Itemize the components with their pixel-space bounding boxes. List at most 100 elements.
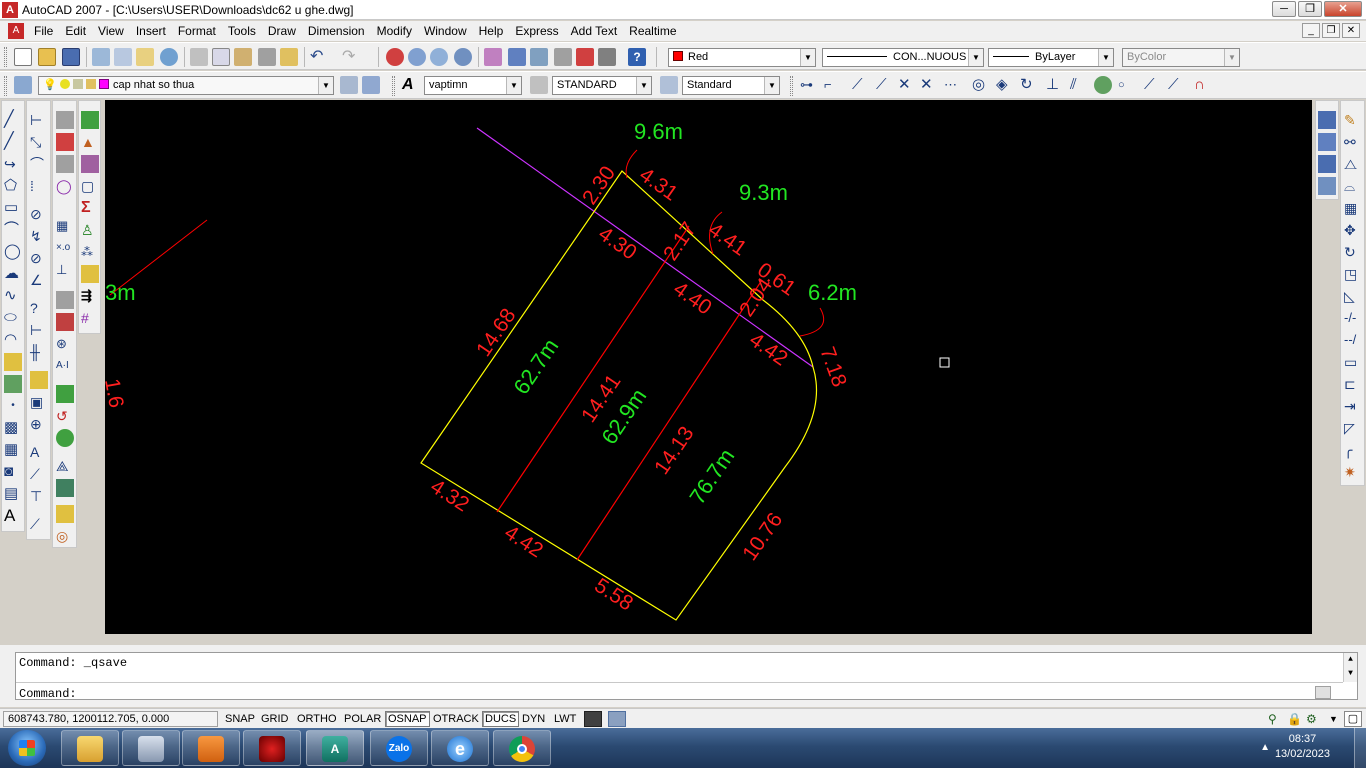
taskbar-autocad[interactable]: A [306,730,364,766]
match-properties-icon[interactable] [258,48,276,66]
communication-icon[interactable]: ⚲ [1265,711,1281,727]
model-icon[interactable] [584,711,602,727]
hatch-icon[interactable]: ▩ [4,419,22,437]
lineweight-dropdown[interactable]: ByLayer ▼ [988,48,1114,67]
express-layer-icon[interactable] [81,111,99,129]
dim-update-icon[interactable]: ∩ [1194,76,1212,94]
color-dropdown[interactable]: Red ▼ [668,48,816,67]
spline-icon[interactable]: ∿ [4,287,22,305]
express-text-icon[interactable]: ▢ [81,177,99,195]
redo-icon[interactable]: ↷ [342,48,360,66]
block-editor-icon[interactable] [280,48,298,66]
globe-icon[interactable] [160,48,178,66]
stretch-r-icon[interactable]: ◺ [1344,287,1362,305]
taskbar-ie[interactable]: e [431,730,489,766]
lasso-icon[interactable]: ↺ [56,407,74,425]
dim-jogged-v-icon[interactable]: ↯ [30,227,48,245]
minimize-button[interactable]: ─ [1272,1,1296,17]
table-style-icon[interactable] [660,76,678,94]
table-icon[interactable]: ▤ [4,485,22,503]
rectangle-icon[interactable]: ▭ [4,199,22,217]
doc-close-button[interactable]: ✕ [1342,23,1360,38]
lock-toolbars-icon[interactable]: 🔒 [1284,711,1302,727]
close-button[interactable]: ✕ [1324,1,1362,17]
align-icon[interactable] [56,155,74,173]
join-icon[interactable]: ⇥ [1344,397,1362,415]
dyn-toggle[interactable]: DYN [519,711,548,727]
menu-express[interactable]: Express [509,24,564,38]
menu-dimension[interactable]: Dimension [302,24,371,38]
command-prompt[interactable]: Command: [19,687,77,701]
insert-block-icon[interactable] [4,353,22,371]
dim-space-icon[interactable]: ⫽ [1070,76,1088,94]
express-arrow-icon[interactable]: ⇶ [81,287,99,305]
start-button[interactable] [8,730,46,766]
text-convert-icon[interactable]: A·I [56,357,74,375]
tolerance-icon[interactable]: ▣ [30,393,48,411]
menu-modify[interactable]: Modify [371,24,418,38]
dim-edit-icon[interactable]: ⟋ [1144,76,1162,94]
construction-line-icon[interactable]: ╱ [4,133,22,151]
restore-button[interactable]: ❐ [1298,1,1322,17]
taskbar-calculator[interactable] [122,730,180,766]
document-icon[interactable]: A [8,23,24,39]
menu-tools[interactable]: Tools [222,24,262,38]
offset-icon[interactable]: ⌓ [1344,177,1362,195]
menu-draw[interactable]: Draw [262,24,302,38]
xo-icon[interactable]: ×.o [56,239,74,257]
menu-realtime[interactable]: Realtime [623,24,682,38]
ortho-toggle[interactable]: ORTHO [294,711,340,727]
rotate-icon[interactable]: ↻ [1344,243,1362,261]
tray-up-arrow-icon[interactable]: ▲ [1260,742,1270,753]
move-icon[interactable]: ✥ [1344,221,1362,239]
make-block-icon[interactable] [4,375,22,393]
properties-icon[interactable] [484,48,502,66]
quick-dim-icon[interactable]: ◈ [996,76,1014,94]
mirror-icon[interactable]: ⧍ [1344,155,1362,173]
dim-update-v-icon[interactable]: ⊤ [30,487,48,505]
express-dots-icon[interactable]: ⁂ [81,243,99,261]
dim-linear-icon[interactable]: ⊶ [800,76,818,94]
menu-edit[interactable]: Edit [59,24,92,38]
taskbar-garena[interactable] [243,730,301,766]
center-mark-v-icon[interactable]: ⊕ [30,415,48,433]
menu-add-text[interactable]: Add Text [565,24,623,38]
sum-icon[interactable]: Σ [81,199,99,217]
draworder-icon[interactable] [56,313,74,331]
express-cube-icon[interactable] [81,265,99,283]
dim-continue-icon[interactable]: ⊥ [1046,76,1064,94]
open-icon[interactable] [38,48,56,66]
dim-continue-v-icon[interactable]: ╫ [30,343,48,361]
taskbar-chrome[interactable] [493,730,551,766]
taskbar-zalo[interactable]: Zalo [370,730,428,766]
layout-icon[interactable] [608,711,626,727]
dim-angular-icon[interactable]: ◎ [972,76,990,94]
dim-break-icon[interactable] [1094,76,1112,94]
dim-ordinate-icon[interactable]: ⟋ [876,76,894,94]
explode-r-icon[interactable]: ✷ [1344,463,1362,481]
dim-radius-icon[interactable]: ✕ [898,76,916,94]
dim-ordinate-v-icon[interactable]: ⁞ [30,177,48,195]
polygon-icon[interactable]: ⬠ [4,177,22,195]
save-icon[interactable] [62,48,80,66]
otrack-toggle[interactable]: OTRACK [430,711,482,727]
calculator-icon[interactable] [598,48,616,66]
erase-icon[interactable] [56,111,74,129]
menu-help[interactable]: Help [473,24,510,38]
zoom-window-icon[interactable] [430,48,448,66]
coordinate-readout[interactable]: 608743.780, 1200112.705, 0.000 [3,711,218,727]
grid-icon[interactable]: ▦ [56,217,74,235]
drawing-canvas[interactable]: 9.6m 9.3m 6.2m 62.7m 62.9m 76.7m 3m 2.30… [105,100,1312,634]
explode-icon[interactable] [56,133,74,151]
doc-restore-button[interactable]: ❐ [1322,23,1340,38]
leader-icon[interactable] [30,371,48,389]
erase-r-icon[interactable]: ✎ [1344,111,1362,129]
layer-previous-icon[interactable] [340,76,358,94]
command-hscroll-thumb[interactable] [1315,686,1331,699]
menu-file[interactable]: File [28,24,59,38]
layer-dropdown[interactable]: 💡 cap nhat so thua ▼ [38,76,334,95]
express-triangle-icon[interactable]: ▲ [81,133,99,151]
layer-states-icon[interactable] [362,76,380,94]
grid-toggle[interactable]: GRID [258,711,292,727]
table-style-dropdown[interactable]: Standard ▼ [682,76,780,95]
